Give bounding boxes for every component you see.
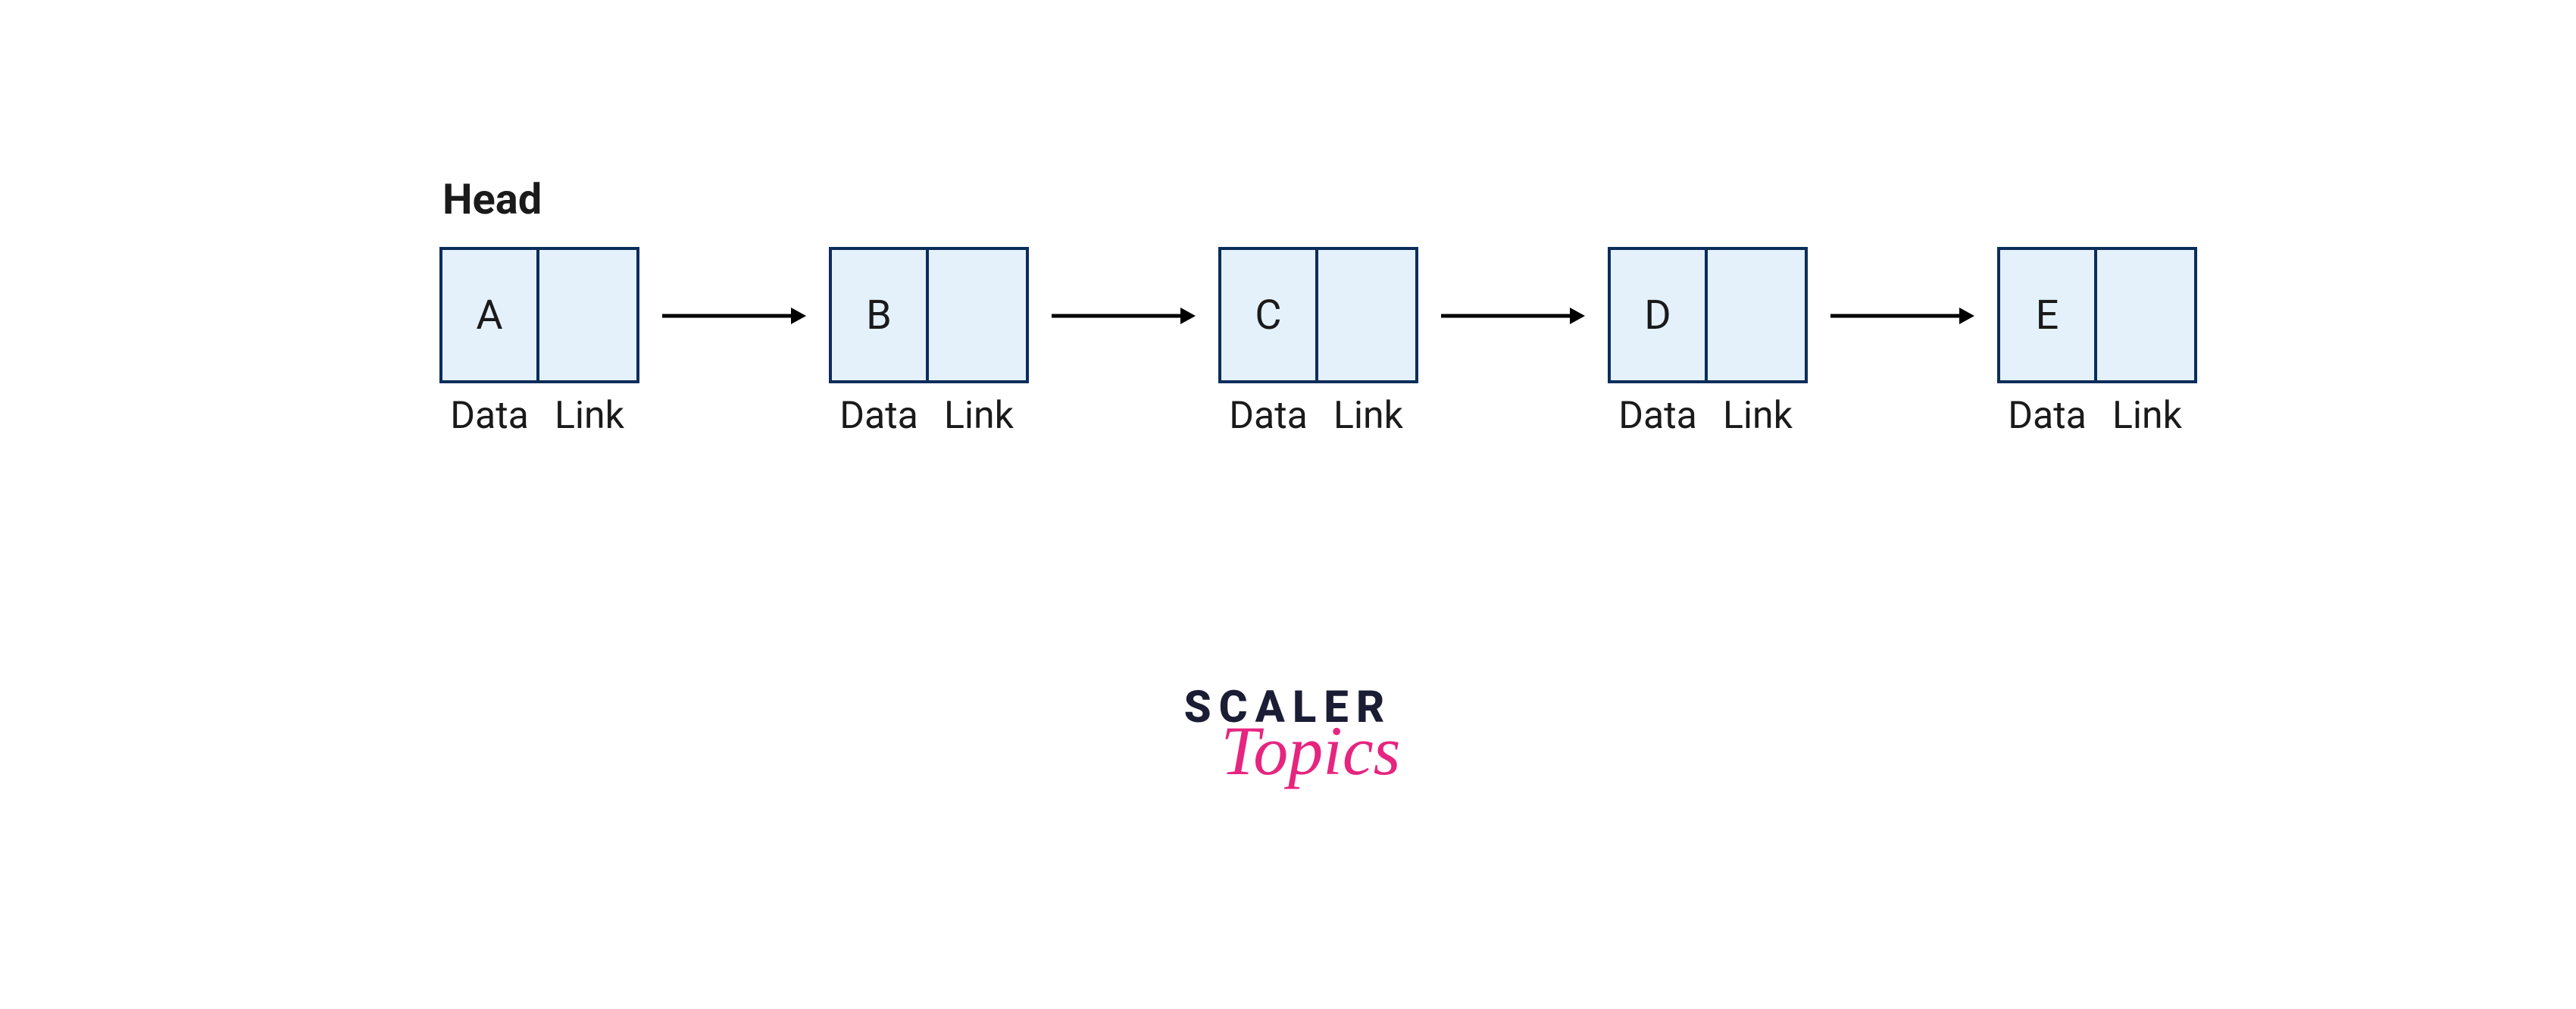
data-sublabel: Data [1608, 394, 1708, 438]
node-link-cell [1318, 250, 1415, 380]
node-data-cell: A [442, 250, 539, 380]
list-node: A Data Link [439, 247, 639, 438]
arrow-icon [1441, 305, 1585, 327]
node-data-cell: E [2000, 250, 2097, 380]
data-sublabel: Data [439, 394, 539, 438]
node-labels: Data Link [829, 394, 1029, 438]
node-box: B [829, 247, 1029, 383]
list-node: C Data Link [1218, 247, 1418, 438]
arrow-icon [1052, 305, 1196, 327]
node-box: C [1218, 247, 1418, 383]
node-labels: Data Link [1608, 394, 1808, 438]
data-sublabel: Data [1997, 394, 2097, 438]
node-labels: Data Link [1218, 394, 1418, 438]
head-label: Head [442, 174, 2197, 224]
data-sublabel: Data [1218, 394, 1318, 438]
node-box: A [439, 247, 639, 383]
node-data-cell: D [1611, 250, 1708, 380]
list-node: D Data Link [1608, 247, 1808, 438]
link-sublabel: Link [1708, 394, 1808, 438]
node-labels: Data Link [1997, 394, 2197, 438]
node-link-cell [2097, 250, 2194, 380]
link-sublabel: Link [2097, 394, 2197, 438]
node-labels: Data Link [439, 394, 639, 438]
link-sublabel: Link [539, 394, 639, 438]
logo-line2: Topics [1221, 730, 1401, 772]
list-node: E Data Link [1997, 247, 2197, 438]
node-link-cell [539, 250, 636, 380]
list-node: B Data Link [829, 247, 1029, 438]
node-box: E [1997, 247, 2197, 383]
node-data-cell: C [1221, 250, 1318, 380]
linked-list-diagram: Head A Data Link B Data [439, 174, 2197, 438]
arrow-icon [1830, 305, 1974, 327]
data-sublabel: Data [829, 394, 929, 438]
link-sublabel: Link [1318, 394, 1418, 438]
node-data-cell: B [832, 250, 929, 380]
scaler-topics-logo: SCALER Topics [1176, 682, 1401, 772]
node-link-cell [929, 250, 1026, 380]
arrow-icon [662, 305, 806, 327]
link-sublabel: Link [929, 394, 1029, 438]
node-box: D [1608, 247, 1808, 383]
node-link-cell [1708, 250, 1805, 380]
linked-list-row: A Data Link B Data Link [439, 247, 2197, 438]
